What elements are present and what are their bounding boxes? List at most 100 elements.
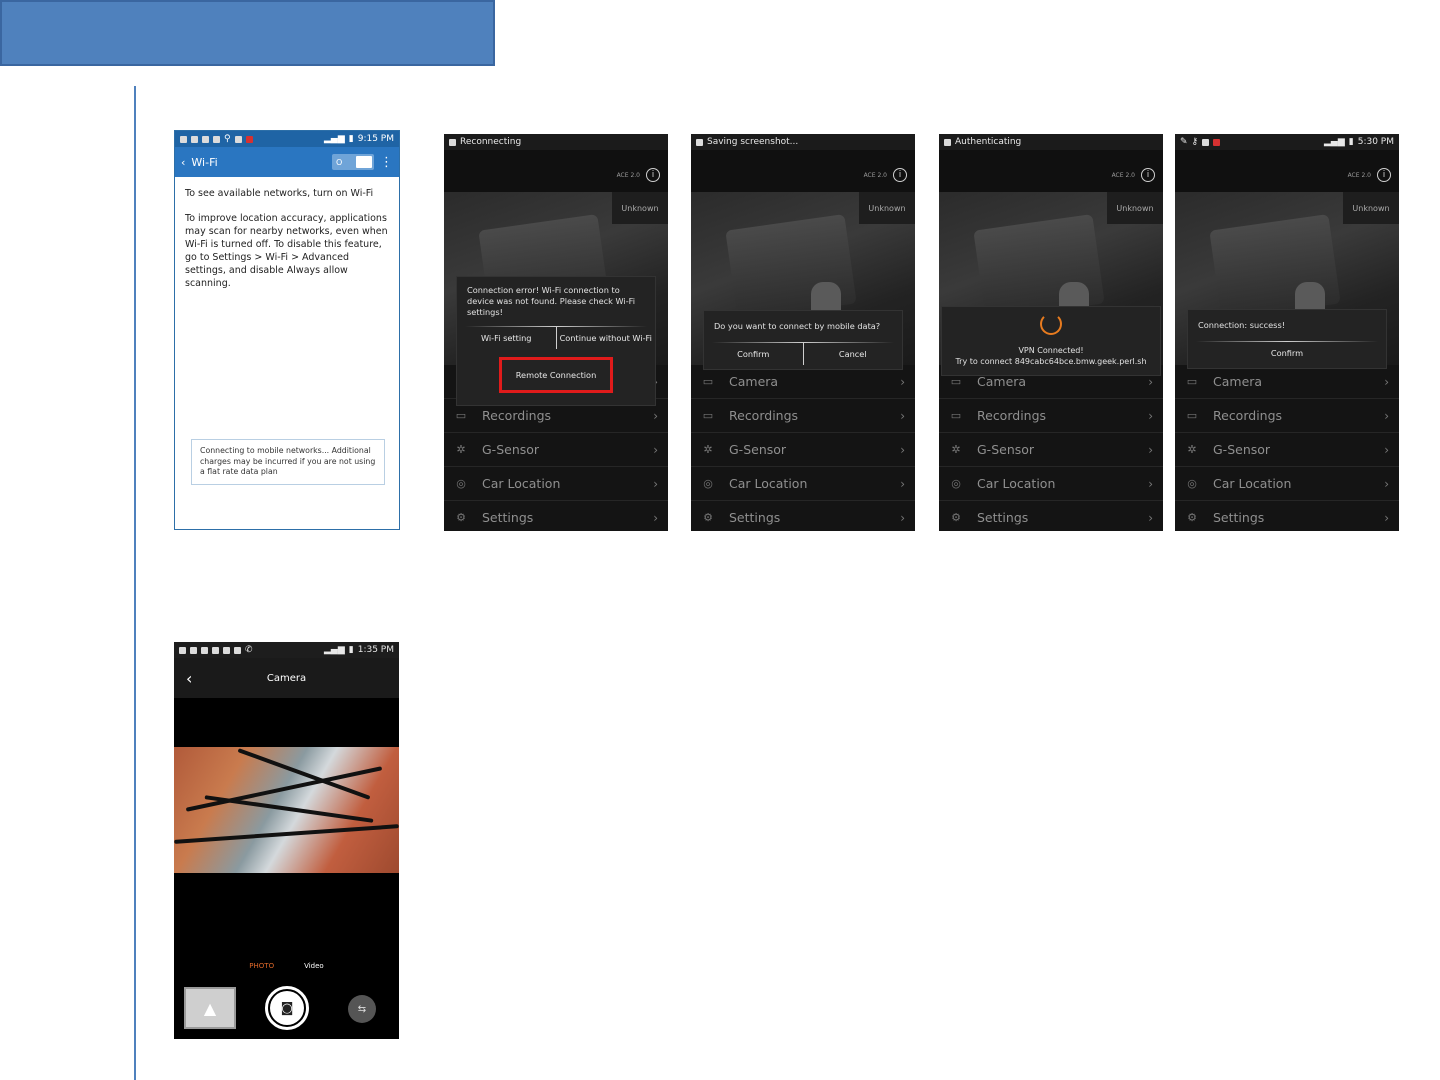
menu-label: Recordings <box>729 408 799 423</box>
confirm-button[interactable]: Confirm <box>1188 342 1386 364</box>
camera-icon: ◙ <box>280 1000 294 1016</box>
wifi-toggle[interactable]: O <box>332 154 374 170</box>
menu-item-settings[interactable]: ⚙ Settings › <box>691 501 915 531</box>
location-icon: ◎ <box>1187 477 1197 490</box>
shutter-button[interactable]: ◙ <box>265 986 309 1030</box>
menu-item-settings[interactable]: ⚙ Settings › <box>444 501 668 531</box>
wrench-icon: ✎ <box>1180 137 1188 147</box>
version-label: ACE 2.0 <box>616 172 640 179</box>
info-icon[interactable]: i <box>893 168 907 182</box>
menu-item-gsensor[interactable]: ✲ G-Sensor › <box>691 433 915 467</box>
battery-icon: ▮ <box>1348 137 1354 147</box>
remote-connection-button[interactable]: Remote Connection <box>499 357 613 393</box>
sensor-icon: ✲ <box>703 443 713 456</box>
menu-label: G-Sensor <box>482 442 540 457</box>
mobile-network-notice: Connecting to mobile networks... Additio… <box>191 439 385 485</box>
menu-label: Settings <box>1213 510 1265 525</box>
wifi-para-2: To improve location accuracy, applicatio… <box>185 213 388 289</box>
menu-label: Camera <box>977 374 1027 389</box>
dialog-message: Connection error! Wi-Fi connection to de… <box>467 285 636 317</box>
connection-error-dialog: Connection error! Wi-Fi connection to de… <box>456 276 656 406</box>
check-icon <box>1213 138 1221 146</box>
wifi-setting-button[interactable]: Wi-Fi setting <box>457 327 556 349</box>
menu-item-car-location[interactable]: ◎ Car Location › <box>939 467 1163 501</box>
photo-mode-tab[interactable]: PHOTO <box>249 962 274 970</box>
menu-label: G-Sensor <box>729 442 787 457</box>
gear-icon: ⚙ <box>703 511 713 524</box>
gallery-thumbnail[interactable]: ▲ <box>184 987 236 1029</box>
location-icon: ⚲ <box>224 134 231 144</box>
confirm-button[interactable]: Confirm <box>704 343 803 365</box>
image-icon <box>1202 138 1210 146</box>
menu-item-car-location[interactable]: ◎ Car Location › <box>691 467 915 501</box>
chevron-right-icon: › <box>1384 408 1389 423</box>
switch-camera-button[interactable]: ⇆ <box>348 995 376 1023</box>
menu-item-settings[interactable]: ⚙ Settings › <box>1175 501 1399 531</box>
app-icon <box>449 138 456 146</box>
chevron-right-icon: › <box>653 510 658 525</box>
wifi-para-1: To see available networks, turn on Wi-Fi <box>185 188 374 199</box>
status-bar: Reconnecting <box>444 134 668 150</box>
menu-label: Car Location <box>977 476 1056 491</box>
more-icon[interactable]: ⋮ <box>380 156 393 169</box>
menu-item-recordings[interactable]: ▭ Recordings › <box>1175 399 1399 433</box>
info-icon[interactable]: i <box>1377 168 1391 182</box>
wifi-screenshot: ⚲ ▂▄▆ ▮ 9:15 PM ‹ Wi-Fi O ⋮ To see avail… <box>174 130 400 530</box>
version-label: ACE 2.0 <box>863 172 887 179</box>
menu-label: G-Sensor <box>977 442 1035 457</box>
chevron-right-icon: › <box>900 476 905 491</box>
menu-item-recordings[interactable]: ▭ Recordings › <box>691 399 915 433</box>
menu-item-camera[interactable]: ▭ Camera › <box>691 365 915 399</box>
menu-item-recordings[interactable]: ▭ Recordings › <box>939 399 1163 433</box>
menu-item-car-location[interactable]: ◎ Car Location › <box>444 467 668 501</box>
status-text: Reconnecting <box>460 137 522 147</box>
image-icon: ▲ <box>203 998 217 1018</box>
folder-icon: ▭ <box>455 409 467 422</box>
location-icon: ◎ <box>456 477 466 490</box>
facebook-icon <box>212 646 219 654</box>
menu-label: Recordings <box>482 408 552 423</box>
menu-label: Camera <box>1213 374 1263 389</box>
menu-item-car-location[interactable]: ◎ Car Location › <box>1175 467 1399 501</box>
continue-without-wifi-button[interactable]: Continue without Wi-Fi <box>557 327 656 349</box>
menu-item-camera[interactable]: ▭ Camera › <box>1175 365 1399 399</box>
status-bar: ✆ ▂▄▆ ▮ 1:35 PM <box>174 642 399 658</box>
video-mode-tab[interactable]: Video <box>304 962 324 970</box>
status-time: 9:15 PM <box>357 134 394 144</box>
facebook-icon <box>234 646 241 654</box>
margin-line <box>134 86 136 1080</box>
wifi-title-bar: ‹ Wi-Fi O ⋮ <box>175 147 399 177</box>
menu-label: Settings <box>482 510 534 525</box>
camera-icon: ▭ <box>950 375 962 388</box>
back-icon[interactable]: ‹ <box>186 669 202 688</box>
camera-icon: ▭ <box>1186 375 1198 388</box>
info-icon[interactable]: i <box>646 168 660 182</box>
vpn-host-text: Try to connect 849cabc64bce.bmw.geek.per… <box>955 357 1147 366</box>
menu-item-gsensor[interactable]: ✲ G-Sensor › <box>939 433 1163 467</box>
menu-label: Recordings <box>977 408 1047 423</box>
chevron-right-icon: › <box>900 442 905 457</box>
main-menu: ▭ Camera › ▭ Recordings › ✲ G-Sensor › ◎ Car Lo… <box>1175 365 1399 531</box>
mobile-data-dialog: Do you want to connect by mobile data? C… <box>703 310 903 370</box>
camera-title: Camera <box>266 672 307 684</box>
main-menu: ▭ Camera › ▭ Recordings › ✲ G-Sensor › ◎ Car Lo… <box>939 365 1163 531</box>
menu-item-settings[interactable]: ⚙ Settings › <box>939 501 1163 531</box>
facebook-icon <box>191 135 198 143</box>
phone-icon: ✆ <box>245 645 253 655</box>
facebook-icon <box>190 646 197 654</box>
menu-item-gsensor[interactable]: ✲ G-Sensor › <box>444 433 668 467</box>
cancel-button[interactable]: Cancel <box>804 343 903 365</box>
chevron-right-icon: › <box>653 408 658 423</box>
app-header: ACE 2.0 i <box>444 150 668 192</box>
signal-icon: ▂▄▆ <box>324 134 345 144</box>
info-icon[interactable]: i <box>1141 168 1155 182</box>
status-time: 5:30 PM <box>1357 137 1394 147</box>
signal-icon: ▂▄▆ <box>324 645 345 655</box>
chevron-right-icon: › <box>900 408 905 423</box>
battery-icon: ▮ <box>348 645 354 655</box>
back-icon[interactable]: ‹ <box>181 156 185 169</box>
camera-preview <box>174 747 399 873</box>
camera-title-bar: ‹ Camera <box>174 658 399 698</box>
vpn-connected-text: VPN Connected! <box>1018 346 1084 355</box>
menu-item-gsensor[interactable]: ✲ G-Sensor › <box>1175 433 1399 467</box>
